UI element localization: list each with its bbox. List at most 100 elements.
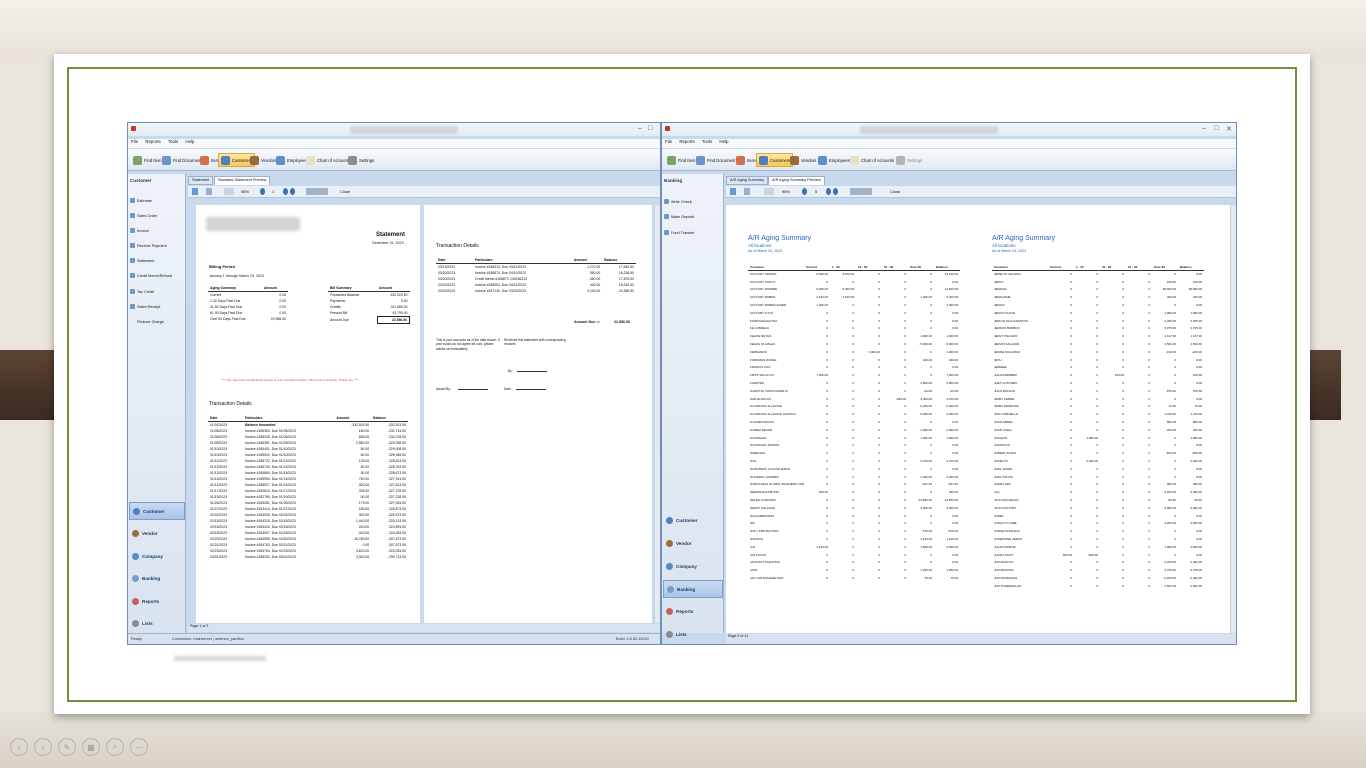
nav-banking[interactable]: Banking [129,569,185,587]
aging-date: As of March 24, 2023 [748,249,783,253]
aging-customer-cell: JOAQUIN [994,435,1008,440]
find-document-button[interactable]: Find Document [160,153,203,167]
last-page-icon[interactable] [833,188,838,195]
chart-of-accounts-button[interactable]: Chart of Accounts [848,153,896,167]
next-page-icon[interactable] [826,188,831,195]
view-mode-icons[interactable] [850,188,872,195]
aging-customer-row: JIMMY FERRE 0 0 0 0 0 0.00 [992,395,1204,403]
settings-button[interactable]: Settings [346,153,376,167]
find-item-button[interactable]: Find Item [131,153,163,167]
sidebar-item-tax-credit[interactable]: Tax Credit [130,287,154,296]
aging-customer-row: JUN BONOSA 0 0 0 0 3,375.00 3,375.00 [992,566,1204,574]
menu-tools[interactable]: Tools [168,139,178,144]
zoom-select[interactable] [764,188,774,195]
nav-customer[interactable]: Customer [129,502,185,520]
chart-of-accounts-button[interactable]: Chart of Accounts [304,153,352,167]
prev-page-icon[interactable] [802,188,807,195]
slides-icon[interactable]: ▦ [82,738,100,756]
menu-reports[interactable]: Reports [145,139,160,144]
sidebar-item-credit-memo[interactable]: Credit Memo/Refund [130,271,172,280]
last-page-icon[interactable] [290,188,295,195]
prev-page-icon[interactable] [260,188,265,195]
vertical-scrollbar[interactable] [654,205,660,623]
close-preview-button[interactable]: Close [340,189,350,194]
sidebar-item-fund-transfer[interactable]: Fund Transfer [664,228,695,237]
menu-help[interactable]: Help [719,139,728,144]
aging-customer-cell: 0 [852,521,854,526]
aging-customer-cell: 0 [1070,560,1072,565]
nav-company[interactable]: Company [663,557,723,575]
sidebar-item-finance-charge[interactable]: Finance Charge [137,317,164,326]
tab-ar-aging-preview[interactable]: A/R Aging Summary Preview [768,176,825,185]
aging-customer-cell: JHUN BULAON [994,388,1016,393]
sidebar-item-estimate[interactable]: Estimate [130,196,152,205]
nav-reports[interactable]: Reports [129,592,185,610]
zoom-select[interactable] [224,188,234,195]
vendors-button[interactable]: Vendors [788,153,818,167]
tab-statement-preview[interactable]: Standard Statement Preview [214,176,271,185]
aging-customer-cell: JOJO FACTORY [994,505,1017,510]
sidebar-item-receive-payment[interactable]: Receive Payment [130,241,167,250]
pen-icon[interactable]: ✎ [58,738,76,756]
close-preview-button[interactable]: Close [890,189,900,194]
vertical-scrollbar[interactable] [1230,205,1236,633]
nav-lists[interactable]: Lists [663,625,723,643]
next-page-icon[interactable] [283,188,288,195]
aging-customer-cell: 3,000.00 [946,505,958,510]
issued-by-line [458,389,488,390]
nav-company[interactable]: Company [129,547,185,565]
menu-tools[interactable]: Tools [702,139,712,144]
nav-lists[interactable]: Lists [129,614,185,632]
nav-vendor[interactable]: Vendor [663,534,723,552]
view-mode-icons[interactable] [306,188,328,195]
find-document-button[interactable]: Find Document [694,153,737,167]
zoom-icon[interactable]: ⌕ [106,738,124,756]
prev-slide-icon[interactable]: ‹ [10,738,28,756]
print-icon[interactable] [730,188,736,195]
aging-customer-cell: 0 [852,443,854,448]
aging-customer-cell: 0 [852,459,854,464]
minimize-icon[interactable]: – [1202,125,1206,132]
nav-reports[interactable]: Reports [663,602,723,620]
export-icon[interactable] [206,188,212,195]
next-slide-icon[interactable]: › [34,738,52,756]
employees-button[interactable]: Employees [816,153,852,167]
aging-customer-cell: 1,065.00 [1086,435,1098,440]
tab-statement[interactable]: Statement [188,176,214,185]
export-icon[interactable] [744,188,750,195]
print-icon[interactable] [192,188,198,195]
aging-customer-row: GAMUTIN, KRISTOFFER M 0 0 0 0 -20.00 -20.00 [748,387,960,395]
sidebar-item-sales-order[interactable]: Sales Order [130,211,157,220]
zoom-value[interactable]: 98% [241,189,249,194]
menu-file[interactable]: File [665,139,672,144]
sidebar-item-sales-receipt[interactable]: Sales Receipt [130,302,160,311]
aging-customer-cell: 0 [1096,498,1098,502]
menu-reports[interactable]: Reports [679,139,694,144]
tab-ar-aging[interactable]: A/R Aging Summary [726,176,769,185]
nav-vendor[interactable]: Vendor [129,524,185,542]
sidebar-item-write-check[interactable]: Write Check [664,197,692,206]
close-icon[interactable]: ✕ [1226,125,1232,133]
aging-customer-cell: 0 [1148,388,1150,393]
find-item-button[interactable]: Find Item [665,153,697,167]
aging-customer-cell: 0 [930,490,932,495]
sidebar-item-make-deposit[interactable]: Make Deposit [664,212,694,221]
page-number-input[interactable]: 5 [815,189,817,194]
minimize-icon[interactable]: – [638,125,642,132]
more-icon[interactable]: ⋯ [130,738,148,756]
nav-banking[interactable]: Banking [663,580,723,598]
aging-customer-cell: 0 [1122,427,1124,432]
tax-credit-icon [130,289,135,294]
maximize-icon[interactable]: □ [648,125,652,132]
menu-file[interactable]: File [131,139,138,144]
maximize-icon[interactable]: □ [1214,125,1218,132]
aging-customer-cell: JENELYN SALONIA [994,272,1022,277]
sidebar-item-invoice[interactable]: Invoice [130,226,149,235]
settings-button[interactable]: Settings [894,153,924,167]
menu-help[interactable]: Help [185,139,194,144]
page-number-input[interactable]: 1 [272,189,274,194]
nav-customer[interactable]: Customer [663,511,723,529]
aging-customer-cell: 1,000.00 [946,349,958,354]
zoom-value[interactable]: 98% [782,189,790,194]
sidebar-item-statement[interactable]: Statement [130,256,154,265]
